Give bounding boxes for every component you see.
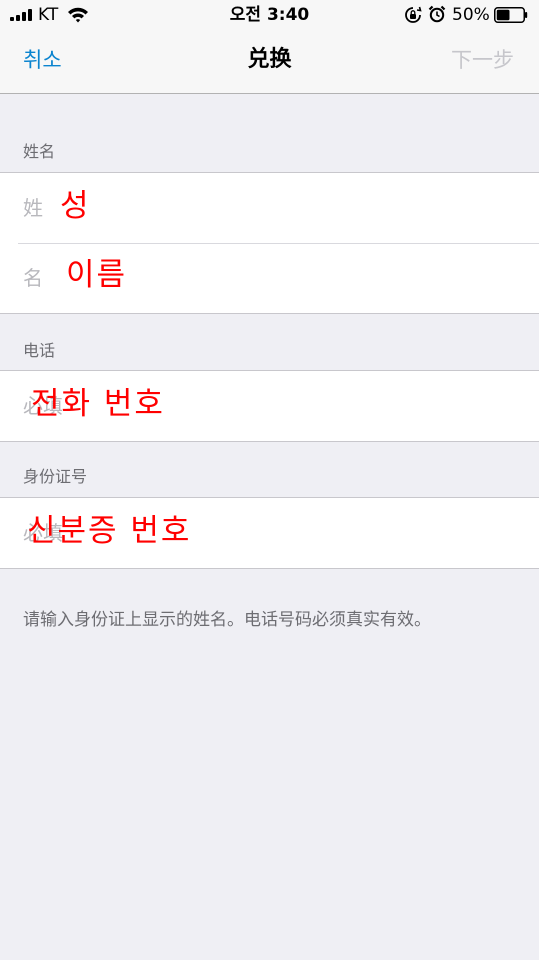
- alarm-icon: [428, 5, 446, 23]
- first-name-label: 名: [23, 266, 43, 290]
- navigation-bar: 취소 兑换 下一步: [0, 30, 539, 94]
- next-step-button[interactable]: 下一步: [451, 46, 514, 74]
- first-name-row[interactable]: 名 이름: [0, 243, 539, 313]
- rotation-lock-icon: [405, 6, 422, 23]
- id-group: 必填 신분증 번호: [0, 497, 539, 569]
- phone-number-field[interactable]: 전화 번호: [31, 385, 165, 423]
- battery-icon: [494, 7, 528, 23]
- section-header-phone: 电话: [23, 341, 56, 360]
- name-group: 姓 성 名 이름: [0, 172, 539, 314]
- id-number-field[interactable]: 신분증 번호: [27, 512, 191, 550]
- section-header-id: 身份证号: [23, 467, 88, 486]
- phone-row[interactable]: 必填 전화 번호: [0, 371, 539, 441]
- phone-group: 必填 전화 번호: [0, 370, 539, 442]
- id-row[interactable]: 必填 신분증 번호: [0, 498, 539, 568]
- first-name-field[interactable]: 이름: [66, 256, 127, 294]
- last-name-label: 姓: [23, 196, 43, 220]
- last-name-row[interactable]: 姓 성: [0, 173, 539, 243]
- battery-percent: 50%: [452, 5, 490, 25]
- last-name-field[interactable]: 성: [60, 187, 91, 225]
- status-bar: KT 오전 3:40 50%: [0, 0, 539, 30]
- section-header-name: 姓名: [23, 142, 56, 161]
- footer-note: 请输入身份证上显示的姓名。电话号码必须真实有效。: [23, 610, 431, 630]
